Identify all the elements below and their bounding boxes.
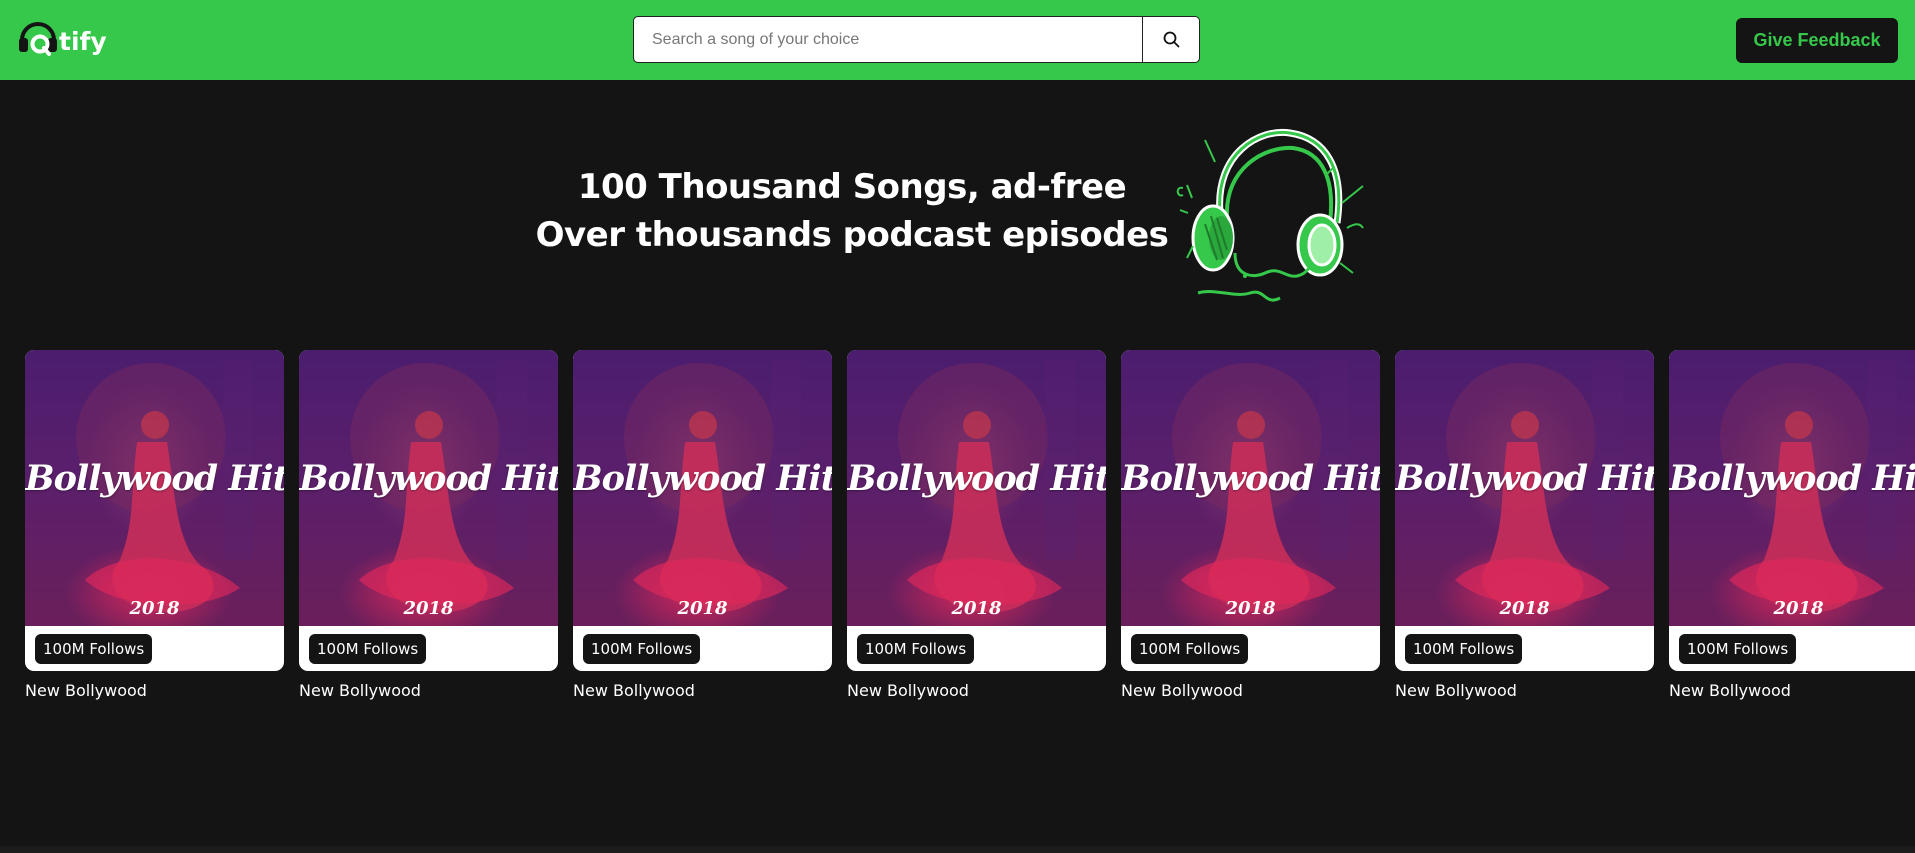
playlist-cover-title: Bollywood Hits xyxy=(1395,458,1654,499)
search-input[interactable] xyxy=(634,17,1144,62)
playlist-cover-title: Bollywood Hits xyxy=(299,458,558,499)
playlist-cover: Bollywood Hits 2018 xyxy=(299,350,558,626)
playlist-cover-title: Bollywood Hits xyxy=(573,458,832,499)
playlist-cover: Bollywood Hits 2018 xyxy=(1395,350,1654,626)
playlist-cover: Bollywood Hits 2018 xyxy=(573,350,832,626)
playlist-name[interactable]: New Bollywood xyxy=(299,681,558,700)
playlist-card[interactable]: Bollywood Hits 2018 100M Follows New Bollyw… xyxy=(25,350,284,700)
follows-badge: 100M Follows xyxy=(309,634,427,664)
playlist-card-box[interactable]: Bollywood Hits 2018 100M Follows xyxy=(1395,350,1654,671)
logo[interactable]: tify xyxy=(18,18,108,62)
playlist-card[interactable]: Bollywood Hits 2018 100M Follows New Bollyw… xyxy=(1669,350,1915,700)
playlist-card-box[interactable]: Bollywood Hits 2018 100M Follows xyxy=(573,350,832,671)
playlist-cover: Bollywood Hits 2018 xyxy=(1121,350,1380,626)
bottom-strip xyxy=(0,846,1915,853)
search-bar xyxy=(633,16,1200,63)
logo-text: tify xyxy=(59,27,107,56)
give-feedback-button[interactable]: Give Feedback xyxy=(1736,18,1898,63)
follows-badge: 100M Follows xyxy=(1405,634,1523,664)
playlist-cover-year: 2018 xyxy=(951,598,1002,619)
playlist-cover-title: Bollywood Hits xyxy=(1121,458,1380,499)
playlist-card-box[interactable]: Bollywood Hits 2018 100M Follows xyxy=(1121,350,1380,671)
playlist-cover-title: Bollywood Hits xyxy=(25,458,284,499)
playlist-cover-title: Bollywood Hits xyxy=(847,458,1106,499)
playlist-name[interactable]: New Bollywood xyxy=(1121,681,1380,700)
playlist-cover: Bollywood Hits 2018 xyxy=(25,350,284,626)
playlist-card[interactable]: Bollywood Hits 2018 100M Follows New Bollyw… xyxy=(847,350,1106,700)
playlist-card[interactable]: Bollywood Hits 2018 100M Follows New Bollyw… xyxy=(1121,350,1380,700)
playlist-card-box[interactable]: Bollywood Hits 2018 100M Follows xyxy=(25,350,284,671)
playlist-cover-year: 2018 xyxy=(677,598,728,619)
follows-badge: 100M Follows xyxy=(583,634,701,664)
playlist-card-box[interactable]: Bollywood Hits 2018 100M Follows xyxy=(847,350,1106,671)
playlist-card[interactable]: Bollywood Hits 2018 100M Follows New Bollyw… xyxy=(573,350,832,700)
playlist-name[interactable]: New Bollywood xyxy=(25,681,284,700)
search-button[interactable] xyxy=(1142,17,1199,62)
playlist-card-box[interactable]: Bollywood Hits 2018 100M Follows xyxy=(299,350,558,671)
playlist-cover-year: 2018 xyxy=(1225,598,1276,619)
follows-badge: 100M Follows xyxy=(1131,634,1249,664)
headphones-illustration xyxy=(1176,128,1364,302)
playlist-card[interactable]: Bollywood Hits 2018 100M Follows New Bollyw… xyxy=(299,350,558,700)
hero-headline-1: 100 Thousand Songs, ad-free xyxy=(577,167,1127,207)
search-icon xyxy=(1163,31,1179,48)
playlist-name[interactable]: New Bollywood xyxy=(1669,681,1915,700)
playlist-card-box[interactable]: Bollywood Hits 2018 100M Follows xyxy=(1669,350,1915,671)
navbar: tify Give Feedback xyxy=(0,0,1915,80)
follows-badge: 100M Follows xyxy=(857,634,975,664)
playlist-cover-year: 2018 xyxy=(1773,598,1824,619)
playlist-cover-title: Bollywood Hits xyxy=(1669,458,1915,499)
follows-badge: 100M Follows xyxy=(1679,634,1797,664)
playlist-card[interactable]: Bollywood Hits 2018 100M Follows New Bollyw… xyxy=(1395,350,1654,700)
playlist-name[interactable]: New Bollywood xyxy=(847,681,1106,700)
playlist-cover-year: 2018 xyxy=(129,598,180,619)
playlist-cover: Bollywood Hits 2018 xyxy=(847,350,1106,626)
playlist-name[interactable]: New Bollywood xyxy=(573,681,832,700)
headphones-icon xyxy=(19,22,57,56)
playlist-cover-year: 2018 xyxy=(403,598,454,619)
follows-badge: 100M Follows xyxy=(35,634,153,664)
playlist-cover-year: 2018 xyxy=(1499,598,1550,619)
playlist-name[interactable]: New Bollywood xyxy=(1395,681,1654,700)
playlist-cover: Bollywood Hits 2018 xyxy=(1669,350,1915,626)
hero-headline-2: Over thousands podcast episodes xyxy=(535,215,1169,255)
